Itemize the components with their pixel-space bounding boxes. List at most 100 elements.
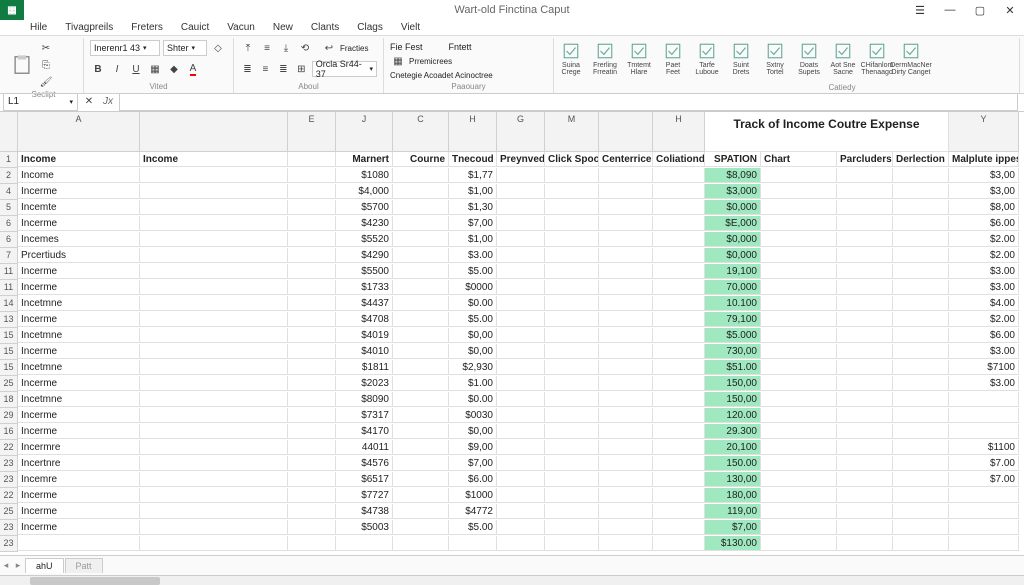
underline-button[interactable]: U	[128, 61, 144, 77]
cell[interactable]: 25	[0, 504, 18, 520]
cell[interactable]: $4708	[336, 312, 393, 327]
cell[interactable]	[761, 440, 837, 455]
cell[interactable]: 15	[0, 328, 18, 344]
cell[interactable]: Incerme	[18, 280, 140, 295]
cell[interactable]	[949, 520, 1019, 535]
cell[interactable]: 119,00	[705, 504, 761, 519]
cell[interactable]: M	[545, 112, 599, 152]
cell[interactable]	[497, 168, 545, 183]
cell[interactable]	[545, 408, 599, 423]
cell[interactable]	[393, 408, 449, 423]
cell[interactable]	[837, 328, 893, 343]
ribbon-big-button[interactable]: Suint Drets	[724, 40, 758, 79]
cell[interactable]	[140, 112, 288, 152]
tab-nav-next[interactable]: ▸	[12, 560, 24, 571]
cell[interactable]	[761, 232, 837, 247]
tab-new[interactable]: New	[273, 22, 293, 33]
tab-freters[interactable]: Freters	[131, 22, 163, 33]
cell[interactable]: $7,00	[449, 216, 497, 231]
cell[interactable]	[837, 440, 893, 455]
cell[interactable]: 22	[0, 440, 18, 456]
cell[interactable]	[545, 504, 599, 519]
tab-clants[interactable]: Clants	[311, 22, 339, 33]
cell[interactable]	[837, 520, 893, 535]
cell[interactable]: 10.100	[705, 296, 761, 311]
cell[interactable]	[288, 152, 336, 167]
cell[interactable]	[837, 280, 893, 295]
cell[interactable]: $7727	[336, 488, 393, 503]
cell[interactable]	[599, 312, 653, 327]
cell[interactable]: $8,090	[705, 168, 761, 183]
cell[interactable]	[497, 360, 545, 375]
cell[interactable]	[761, 200, 837, 215]
cell[interactable]: Malplute ippes	[949, 152, 1019, 167]
merge-icon[interactable]: ⊞	[294, 61, 309, 77]
cell[interactable]: $2.00	[949, 248, 1019, 263]
cell[interactable]: $7.00	[949, 472, 1019, 487]
cell[interactable]	[761, 536, 837, 551]
cell[interactable]	[288, 248, 336, 263]
ribbon-big-button[interactable]: Suina Crege	[554, 40, 588, 79]
cell[interactable]	[497, 456, 545, 471]
cell[interactable]	[497, 536, 545, 551]
cell[interactable]	[140, 504, 288, 519]
cell[interactable]	[545, 248, 599, 263]
cell[interactable]	[140, 264, 288, 279]
cell[interactable]	[837, 424, 893, 439]
cell[interactable]	[497, 408, 545, 423]
cell[interactable]	[545, 168, 599, 183]
cell[interactable]	[653, 472, 705, 487]
cell[interactable]	[893, 216, 949, 231]
wrap-text-icon[interactable]: ↩	[321, 40, 337, 56]
cell[interactable]	[18, 536, 140, 551]
tab-vielt[interactable]: Vielt	[401, 22, 420, 33]
cell[interactable]: $0,00	[449, 424, 497, 439]
cell[interactable]	[288, 168, 336, 183]
cell[interactable]: 23	[0, 520, 18, 536]
cell[interactable]	[761, 296, 837, 311]
cell[interactable]	[893, 280, 949, 295]
cell[interactable]	[288, 440, 336, 455]
cell[interactable]	[140, 312, 288, 327]
cell[interactable]: Incemte	[18, 200, 140, 215]
cell[interactable]	[599, 456, 653, 471]
cell[interactable]	[497, 200, 545, 215]
cell[interactable]	[140, 408, 288, 423]
window-menu-icon[interactable]: ☰	[906, 0, 934, 20]
cell[interactable]	[140, 296, 288, 311]
cell[interactable]	[545, 312, 599, 327]
cell[interactable]: $1,00	[449, 184, 497, 199]
cell[interactable]	[599, 264, 653, 279]
cell[interactable]	[893, 504, 949, 519]
cell[interactable]	[653, 392, 705, 407]
cell[interactable]: Income	[18, 168, 140, 183]
minimize-button[interactable]: —	[936, 0, 964, 20]
cell[interactable]	[837, 168, 893, 183]
cell[interactable]: $5003	[336, 520, 393, 535]
cell[interactable]	[893, 248, 949, 263]
cell[interactable]	[761, 344, 837, 359]
cell[interactable]: $7.00	[949, 456, 1019, 471]
close-button[interactable]: ✕	[996, 0, 1024, 20]
cell[interactable]	[893, 488, 949, 503]
cell[interactable]	[545, 360, 599, 375]
cell[interactable]	[599, 488, 653, 503]
font-color-icon[interactable]: A	[185, 61, 201, 77]
cell[interactable]	[599, 248, 653, 263]
cell[interactable]	[545, 232, 599, 247]
cell[interactable]	[837, 472, 893, 487]
cell[interactable]	[497, 232, 545, 247]
cell[interactable]	[893, 328, 949, 343]
cell[interactable]: Chart	[761, 152, 837, 167]
cell[interactable]: 23	[0, 472, 18, 488]
cell[interactable]	[393, 184, 449, 199]
cell[interactable]: $8,00	[949, 200, 1019, 215]
cell[interactable]	[393, 360, 449, 375]
cell[interactable]	[599, 344, 653, 359]
cell[interactable]	[599, 536, 653, 551]
cell[interactable]	[393, 488, 449, 503]
cell[interactable]: 23	[0, 536, 18, 552]
cell[interactable]	[497, 376, 545, 391]
cell[interactable]: 14	[0, 296, 18, 312]
cell[interactable]	[837, 232, 893, 247]
